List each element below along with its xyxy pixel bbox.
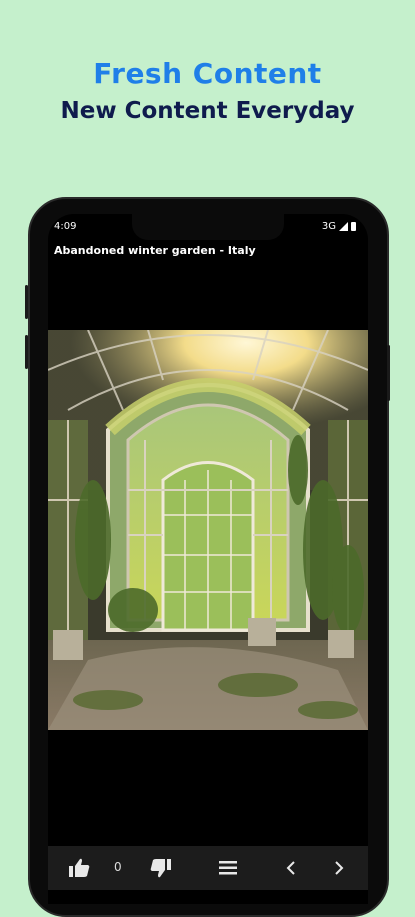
phone-side-button — [25, 335, 28, 369]
chevron-left-icon — [286, 861, 295, 875]
next-button[interactable] — [324, 846, 354, 890]
post-caption: Abandoned winter garden - Italy — [54, 244, 256, 257]
winter-garden-photo — [48, 330, 368, 730]
thumbs-down-icon — [150, 859, 171, 878]
previous-button[interactable] — [276, 846, 306, 890]
promo-subtitle: New Content Everyday — [60, 98, 355, 124]
phone-side-button — [25, 285, 28, 319]
phone-notch — [132, 214, 284, 240]
menu-icon — [219, 861, 237, 875]
dislike-button[interactable] — [144, 846, 178, 890]
like-count: 0 — [114, 860, 122, 874]
battery-icon — [351, 222, 356, 231]
bottom-edge — [48, 890, 368, 904]
phone-side-button — [387, 345, 390, 401]
phone-screen: 4:09 3G Abandoned winter garden - Italy — [48, 214, 368, 904]
post-image[interactable] — [48, 330, 368, 730]
menu-button[interactable] — [208, 846, 248, 890]
thumbs-up-icon — [69, 858, 90, 877]
network-label: 3G — [321, 221, 336, 232]
signal-icon — [339, 222, 348, 231]
chevron-right-icon — [335, 861, 344, 875]
status-time: 4:09 — [54, 221, 77, 232]
bottom-toolbar: 0 — [48, 846, 368, 890]
like-button[interactable] — [62, 846, 96, 890]
promo-title: Fresh Content — [93, 57, 322, 90]
